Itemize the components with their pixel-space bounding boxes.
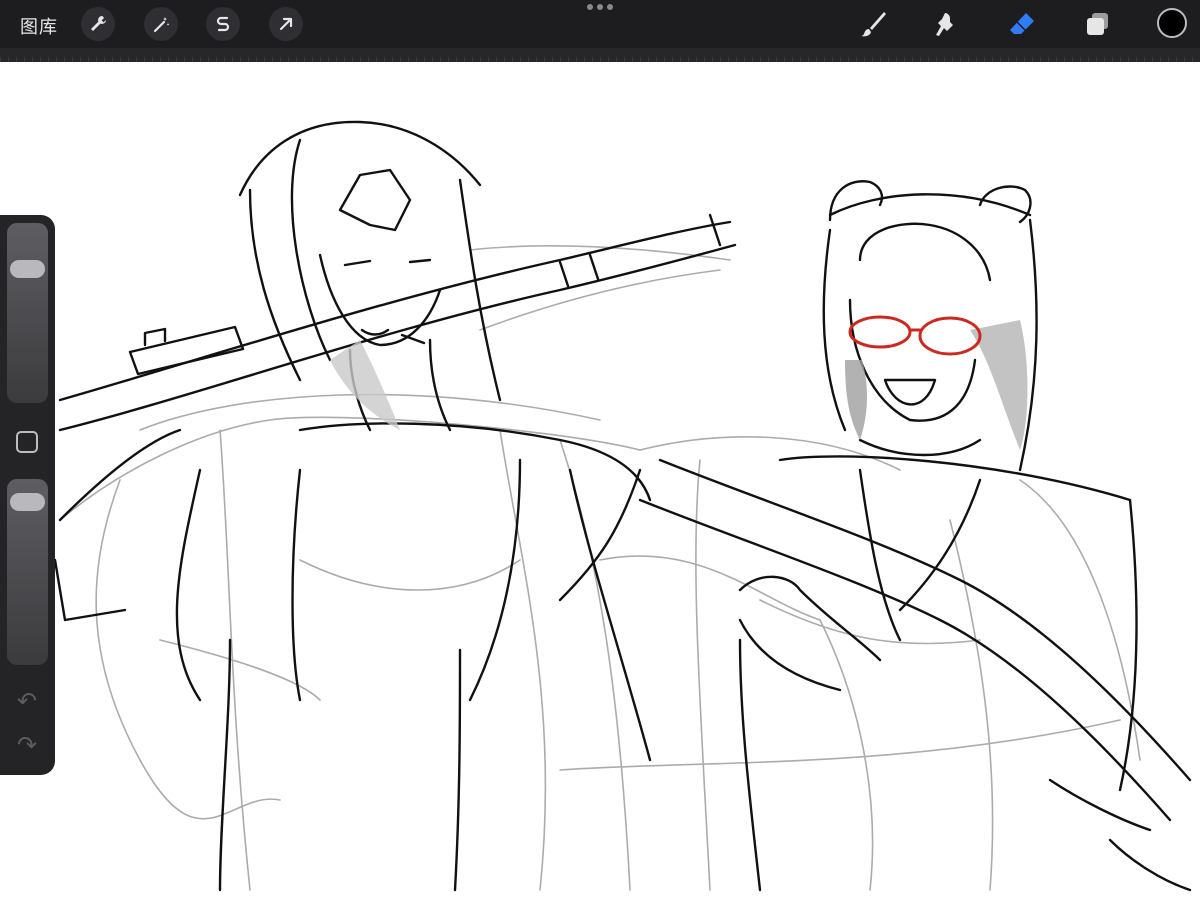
opacity-thumb[interactable] (10, 493, 45, 512)
selection-s-icon[interactable] (206, 7, 240, 41)
redo-arrow-icon[interactable]: ↷ (14, 733, 40, 759)
arrow-icon[interactable] (269, 7, 303, 41)
magic-wand-icon[interactable] (144, 7, 178, 41)
side-toolbar: ↶ ↷ (0, 215, 55, 775)
brush-icon[interactable] (857, 8, 889, 40)
eraser-icon[interactable] (1006, 8, 1038, 40)
opacity-slider[interactable] (7, 479, 48, 665)
wrench-icon[interactable] (81, 7, 115, 41)
modify-button[interactable] (16, 431, 38, 453)
brush-size-thumb[interactable] (10, 260, 45, 279)
smudge-icon[interactable] (930, 8, 962, 40)
undo-arrow-icon[interactable]: ↶ (14, 689, 40, 715)
top-ruler (0, 48, 1200, 62)
more-options-dots[interactable] (587, 4, 613, 14)
brush-size-slider[interactable] (7, 223, 48, 403)
color-picker[interactable] (1157, 8, 1187, 38)
top-toolbar: 图库 (0, 0, 1200, 48)
drawing-canvas[interactable] (0, 62, 1200, 900)
layers-icon[interactable] (1082, 8, 1114, 40)
gallery-button[interactable]: 图库 (20, 13, 58, 39)
sketch-artwork (53, 120, 1192, 892)
